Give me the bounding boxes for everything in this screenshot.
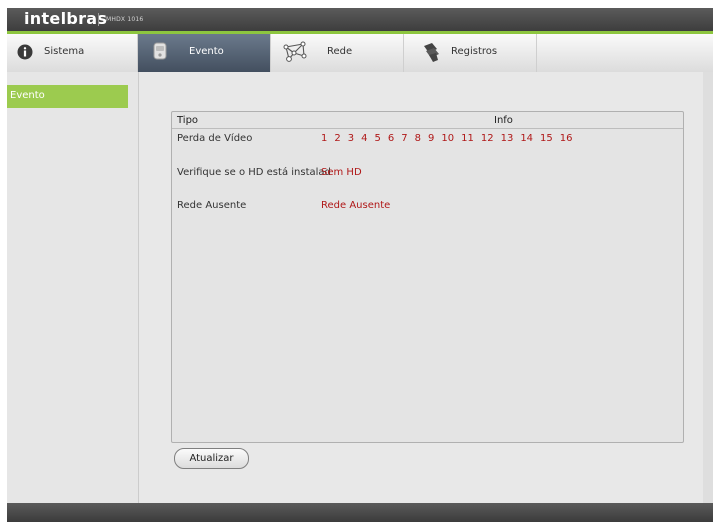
content-area: Tipo Info Perda de Vídeo 1 2 3 4 5 6 7 8 9 10 11 12… — [138, 72, 703, 503]
tab-sistema[interactable]: Sistema — [7, 34, 138, 72]
log-icon — [424, 43, 439, 62]
main-tab-bar: Sistema Evento Rede Registros — [7, 34, 713, 73]
brand-logo: intelbras — [24, 9, 108, 28]
tab-label: Rede — [327, 46, 353, 57]
event-icon — [153, 42, 167, 60]
channel-16: 16 — [559, 133, 573, 144]
info-icon — [17, 44, 33, 60]
channel-7: 7 — [401, 133, 408, 144]
sidebar-item-evento[interactable]: Evento — [7, 85, 128, 108]
column-header-info: Info — [494, 115, 513, 126]
channel-12: 12 — [480, 133, 494, 144]
channel-5: 5 — [374, 133, 381, 144]
tab-label: Sistema — [44, 46, 85, 57]
event-type: Rede Ausente — [177, 200, 247, 211]
channel-11: 11 — [461, 133, 474, 144]
channel-4: 4 — [361, 133, 368, 144]
table-row: Verifique se o HD está instalad Sem HD — [172, 167, 683, 181]
event-info: Sem HD — [321, 167, 362, 178]
network-icon — [283, 41, 307, 62]
channel-2: 2 — [334, 133, 341, 144]
tab-rede[interactable]: Rede — [271, 34, 404, 72]
channel-15: 15 — [540, 133, 553, 144]
main-body: Evento Tipo Info Perda de Vídeo 12345678… — [7, 72, 713, 503]
channel-6: 6 — [387, 133, 395, 144]
event-type: Perda de Vídeo — [177, 133, 253, 144]
event-type: Verifique se o HD está instalad — [177, 167, 331, 178]
table-row: Rede Ausente Rede Ausente — [172, 200, 683, 214]
refresh-button[interactable]: Atualizar — [174, 448, 249, 469]
channel-13: 13 — [500, 133, 514, 144]
channel-3: 3 — [347, 133, 355, 144]
event-info: Rede Ausente — [321, 200, 391, 211]
channel-10: 10 — [441, 133, 455, 144]
sidebar: Evento — [7, 72, 138, 503]
channel-list: 1 2 3 4 5 6 7 8 9 10 11 12 13 14 15 16 — [321, 133, 580, 144]
channel-1: 1 — [321, 133, 328, 144]
table-header: Tipo Info — [172, 112, 683, 129]
bottom-bar — [7, 503, 713, 522]
event-table: Tipo Info Perda de Vídeo 1 2 3 4 5 6 7 8 9 10 11 12… — [171, 111, 684, 443]
channel-9: 9 — [428, 133, 435, 144]
tab-registros[interactable]: Registros — [404, 34, 537, 72]
tab-evento[interactable]: Evento — [138, 34, 271, 72]
tab-label: Registros — [451, 46, 498, 57]
channel-8: 8 — [414, 133, 421, 144]
table-row: Perda de Vídeo 1 2 3 4 5 6 7 8 9 10 11 12 13 14 15 16 — [172, 133, 683, 147]
column-header-tipo: Tipo — [177, 115, 199, 126]
tab-label: Evento — [189, 46, 224, 57]
title-bar: intelbras MHDX 1016 — [7, 8, 713, 31]
device-model: MHDX 1016 — [106, 16, 144, 23]
app-window: intelbras MHDX 1016 Sistema Evento Rede … — [7, 8, 713, 522]
channel-14: 14 — [520, 133, 534, 144]
title-separator — [98, 13, 99, 26]
